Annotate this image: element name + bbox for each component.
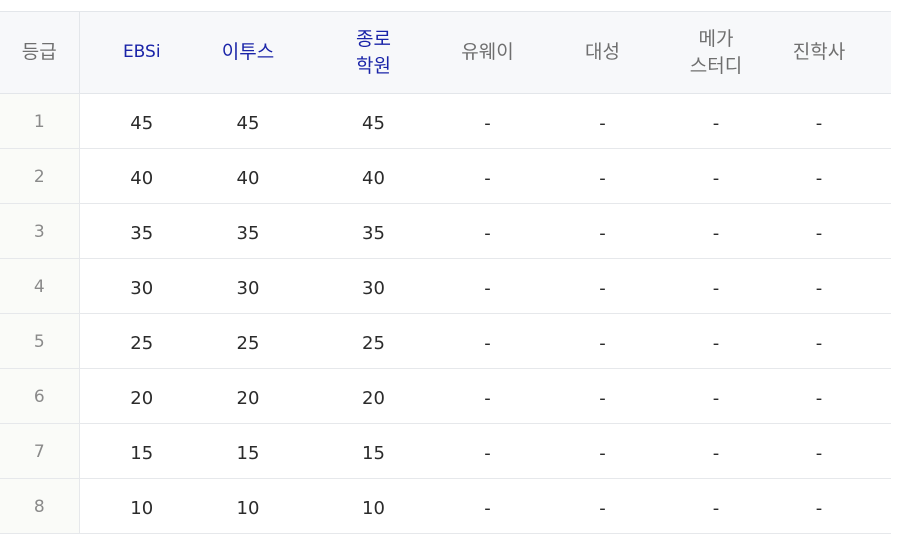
etoos-cell: 30 [204,258,292,314]
mega-cell: - [685,148,747,204]
ebsi-cell: 30 [79,258,204,314]
grade-cell: 3 [0,203,80,259]
table-row: 5 25 25 25 - - - - [0,313,891,369]
mega-cell: - [685,423,747,479]
daesung-cell: - [520,368,685,424]
table-row: 7 15 15 15 - - - - [0,423,891,479]
uway-cell: - [455,423,520,479]
mega-cell: - [685,478,747,534]
table-row: 6 20 20 20 - - - - [0,368,891,424]
uway-cell: - [455,258,520,314]
uway-cell: - [455,368,520,424]
ebsi-cell: 45 [79,93,204,149]
uway-cell: - [455,203,520,259]
table-row: 3 35 35 35 - - - - [0,203,891,259]
header-mega: 메가 스터디 [685,11,747,94]
header-jinhak: 진학사 [747,11,891,94]
grade-cell: 7 [0,423,80,479]
mega-cell: - [685,313,747,369]
uway-cell: - [455,478,520,534]
mega-cell: - [685,258,747,314]
jongro-cell: 15 [292,423,455,479]
uway-cell: - [455,313,520,369]
header-jongro-line1: 종로 [356,27,391,50]
header-grade: 등급 [0,11,80,94]
table-row: 1 45 45 45 - - - - [0,93,891,149]
grade-cell: 4 [0,258,80,314]
grade-cell: 2 [0,148,80,204]
daesung-cell: - [520,203,685,259]
etoos-cell: 15 [204,423,292,479]
header-jongro-line2: 학원 [356,54,391,77]
daesung-cell: - [520,313,685,369]
jongro-cell: 10 [292,478,455,534]
jongro-cell: 45 [292,93,455,149]
jongro-cell: 40 [292,148,455,204]
mega-cell: - [685,368,747,424]
jinhak-cell: - [747,313,891,369]
ebsi-cell: 20 [79,368,204,424]
uway-cell: - [455,93,520,149]
etoos-cell: 25 [204,313,292,369]
etoos-cell: 20 [204,368,292,424]
jinhak-cell: - [747,423,891,479]
grade-cell: 1 [0,93,80,149]
jinhak-cell: - [747,368,891,424]
header-etoos: 이투스 [204,11,292,94]
daesung-cell: - [520,148,685,204]
etoos-cell: 45 [204,93,292,149]
etoos-cell: 40 [204,148,292,204]
ebsi-cell: 25 [79,313,204,369]
daesung-cell: - [520,423,685,479]
jinhak-cell: - [747,258,891,314]
etoos-cell: 35 [204,203,292,259]
mega-cell: - [685,93,747,149]
daesung-cell: - [520,258,685,314]
jongro-cell: 35 [292,203,455,259]
etoos-cell: 10 [204,478,292,534]
jinhak-cell: - [747,148,891,204]
header-mega-line2: 스터디 [689,54,743,77]
daesung-cell: - [520,93,685,149]
grade-cell: 5 [0,313,80,369]
jinhak-cell: - [747,478,891,534]
header-mega-line1: 메가 [698,27,734,50]
uway-cell: - [455,148,520,204]
table-header-row: 등급 EBSi 이투스 종로 학원 유웨이 대성 메가 스터디 진학사 [0,11,891,94]
ebsi-cell: 15 [79,423,204,479]
jongro-cell: 30 [292,258,455,314]
daesung-cell: - [520,478,685,534]
grade-cell: 8 [0,478,80,534]
mega-cell: - [685,203,747,259]
header-ebsi: EBSi [79,11,204,94]
grade-cell: 6 [0,368,80,424]
jongro-cell: 20 [292,368,455,424]
header-jongro: 종로 학원 [292,11,455,94]
header-uway: 유웨이 [455,11,520,94]
table-row: 2 40 40 40 - - - - [0,148,891,204]
ebsi-cell: 35 [79,203,204,259]
ebsi-cell: 40 [79,148,204,204]
ebsi-cell: 10 [79,478,204,534]
jinhak-cell: - [747,203,891,259]
table-row: 4 30 30 30 - - - - [0,258,891,314]
jongro-cell: 25 [292,313,455,369]
header-daesung: 대성 [520,11,685,94]
table-row: 8 10 10 10 - - - - [0,478,891,534]
grade-cutoff-table: 등급 EBSi 이투스 종로 학원 유웨이 대성 메가 스터디 진학사 1 45… [0,11,891,534]
jinhak-cell: - [747,93,891,149]
